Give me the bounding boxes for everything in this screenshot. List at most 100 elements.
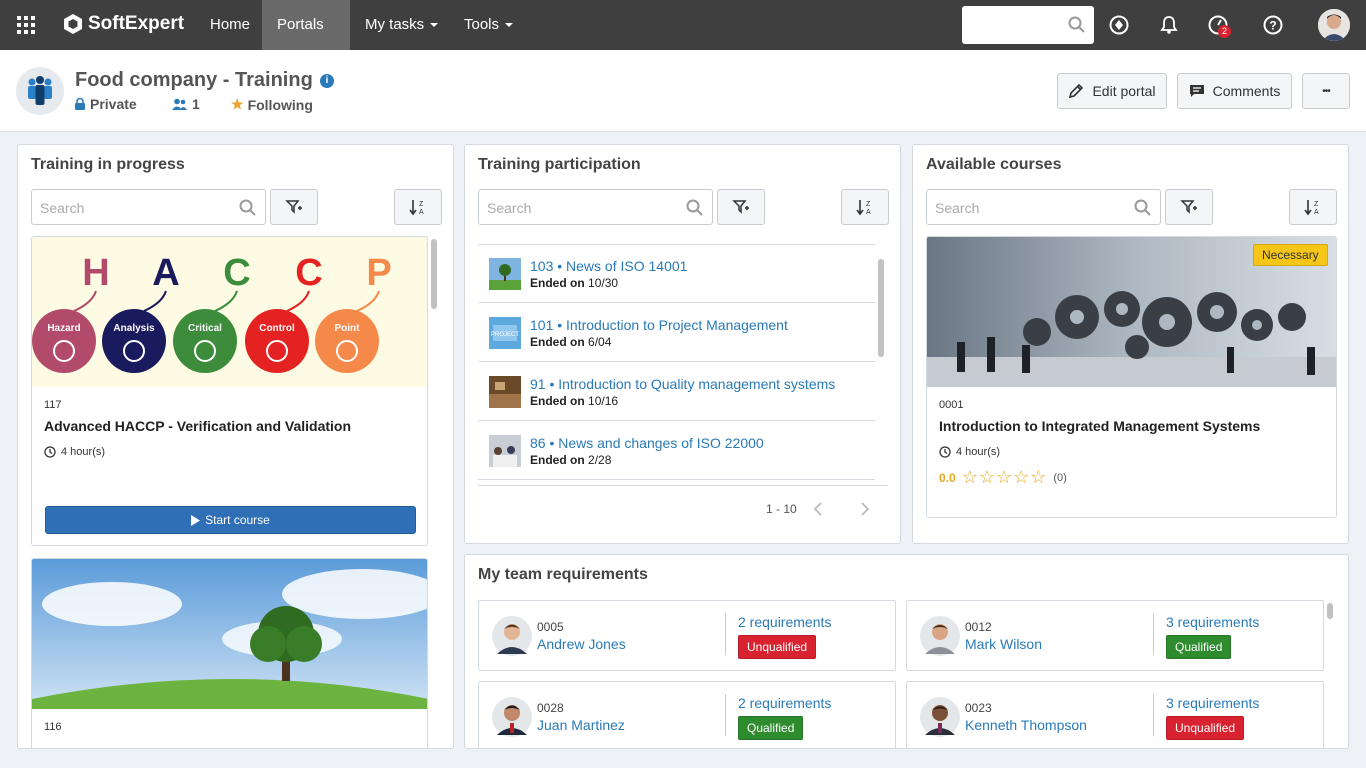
member-name[interactable]: Mark Wilson [965, 636, 1042, 652]
haccp-word: Hazard [47, 323, 80, 334]
portal-header: Food company - Training i Private 1 ★ Fo… [0, 50, 1366, 132]
team-member-card[interactable]: 0028 Juan Martinez 2 requirements Qualif… [478, 681, 896, 748]
sort-button[interactable]: ZA [394, 189, 442, 225]
rating: 0.0 ☆ ☆ ☆ ☆ ☆ (0) [939, 467, 1067, 488]
star-empty-icon[interactable]: ☆ [996, 467, 1012, 488]
team-member-card[interactable]: 0012 Mark Wilson 3 requirements Qualifie… [906, 600, 1324, 671]
member-avatar [920, 697, 960, 737]
members-count[interactable]: 1 [172, 96, 200, 112]
star-empty-icon[interactable]: ☆ [962, 467, 978, 488]
search-placeholder: Search [935, 200, 980, 216]
course-name: Advanced HACCP - Verification and Valida… [44, 418, 352, 434]
star-empty-icon[interactable]: ☆ [1013, 467, 1029, 488]
clock-icon [44, 446, 56, 458]
list-item[interactable]: 103 • News of ISO 14001 Ended on 10/30 [478, 245, 875, 303]
nav-portals-label: Portals [277, 16, 324, 33]
info-icon[interactable]: i [320, 74, 334, 88]
filter-button[interactable] [717, 189, 765, 225]
next-page-icon[interactable] [860, 501, 874, 517]
status-badge: Unqualified [1166, 716, 1245, 740]
course-title-link[interactable]: 103 • News of ISO 14001 [530, 258, 687, 274]
course-title-link[interactable]: 101 • Introduction to Project Management [530, 317, 788, 333]
search-input[interactable]: Search [31, 189, 266, 225]
brand-logo[interactable]: SoftExpert [62, 13, 184, 35]
search-icon [686, 199, 703, 216]
nav-mytasks-label: My tasks [365, 16, 425, 33]
course-thumbnail [489, 376, 521, 408]
member-code: 0005 [537, 620, 564, 634]
member-avatar [492, 616, 532, 656]
filter-button[interactable] [1165, 189, 1213, 225]
top-navbar: SoftExpert Home Portals My tasks Tools 2… [0, 0, 1366, 78]
tree-image [32, 559, 427, 709]
list-item[interactable]: 86 • News and changes of ISO 22000 Ended… [478, 422, 875, 480]
star-icon: ★ [231, 96, 244, 112]
requirements-link[interactable]: 2 requirements [738, 695, 831, 711]
star-empty-icon[interactable]: ☆ [979, 467, 995, 488]
scrollbar[interactable] [1327, 603, 1333, 619]
rating-value: 0.0 [939, 470, 956, 485]
bell-icon[interactable] [1155, 11, 1183, 39]
scrollbar[interactable] [878, 259, 884, 357]
comments-button[interactable]: Comments [1177, 73, 1292, 109]
filter-button[interactable] [270, 189, 318, 225]
member-name[interactable]: Kenneth Thompson [965, 717, 1087, 733]
requirements-link[interactable]: 3 requirements [1166, 614, 1259, 630]
course-code: 117 [44, 399, 62, 411]
course-title-link[interactable]: 86 • News and changes of ISO 22000 [530, 435, 764, 451]
team-member-card[interactable]: 0005 Andrew Jones 2 requirements Unquali… [478, 600, 896, 671]
following-toggle[interactable]: ★ Following [231, 96, 313, 113]
more-options-button[interactable]: ••• [1302, 73, 1350, 109]
softexpert-logo-icon [64, 14, 82, 34]
course-card[interactable]: Necessary 0001 Introduction to Integrate… [926, 236, 1337, 518]
help-icon[interactable]: ? [1259, 11, 1287, 39]
search-input[interactable]: Search [926, 189, 1161, 225]
list-item[interactable]: PROJECT 101 • Introduction to Project Ma… [478, 304, 875, 362]
user-avatar[interactable] [1318, 9, 1350, 41]
nav-portals[interactable]: Portals [262, 0, 350, 78]
member-name[interactable]: Andrew Jones [537, 636, 626, 652]
notification-count-badge: 2 [1218, 25, 1231, 38]
activity-icon[interactable]: 2 [1204, 11, 1232, 39]
nav-home[interactable]: Home [195, 0, 265, 50]
search-input[interactable]: Search [478, 189, 713, 225]
clock-icon [939, 446, 951, 458]
course-code: 0001 [939, 399, 964, 411]
compass-icon[interactable] [1105, 11, 1133, 39]
status-badge: Qualified [1166, 635, 1232, 659]
portal-icon [16, 67, 64, 115]
lock-icon [75, 98, 85, 110]
global-search-input[interactable] [962, 6, 1094, 44]
search-icon [239, 199, 256, 216]
edit-portal-button[interactable]: Edit portal [1057, 73, 1167, 109]
haccp-word: Control [259, 323, 295, 334]
nav-tools[interactable]: Tools [449, 0, 528, 50]
svg-text:A: A [1314, 209, 1319, 216]
sort-button[interactable]: ZA [841, 189, 889, 225]
svg-text:Z: Z [1314, 201, 1319, 208]
course-card[interactable]: 116 [31, 558, 428, 748]
member-avatar [492, 697, 532, 737]
nav-my-tasks[interactable]: My tasks [350, 0, 453, 50]
list-item[interactable]: 91 • Introduction to Quality management … [478, 363, 875, 421]
sort-button[interactable]: ZA [1289, 189, 1337, 225]
nav-tools-label: Tools [464, 16, 500, 33]
more-options-label: ••• [1322, 85, 1330, 97]
filter-icon [732, 200, 749, 214]
requirements-link[interactable]: 2 requirements [738, 614, 831, 630]
member-name[interactable]: Juan Martinez [537, 717, 625, 733]
training-participation-panel: Training participation Search ZA 103 • N… [464, 144, 901, 544]
team-member-card[interactable]: 0023 Kenneth Thompson 3 requirements Unq… [906, 681, 1324, 748]
status-badge: Qualified [738, 716, 804, 740]
scrollbar[interactable] [431, 239, 437, 309]
course-thumbnail: PROJECT [489, 317, 521, 349]
haccp-word: Point [335, 323, 361, 334]
course-title-link[interactable]: 91 • Introduction to Quality management … [530, 376, 835, 392]
start-course-button[interactable]: Start course [45, 506, 416, 534]
ended-label: Ended on [530, 335, 585, 349]
requirements-link[interactable]: 3 requirements [1166, 695, 1259, 711]
course-card[interactable]: H Hazard A Analysis C Critical C Control P Point … [31, 236, 428, 546]
star-empty-icon[interactable]: ☆ [1030, 467, 1046, 488]
apps-grid-icon[interactable] [12, 11, 40, 39]
prev-page-icon[interactable] [813, 501, 827, 517]
